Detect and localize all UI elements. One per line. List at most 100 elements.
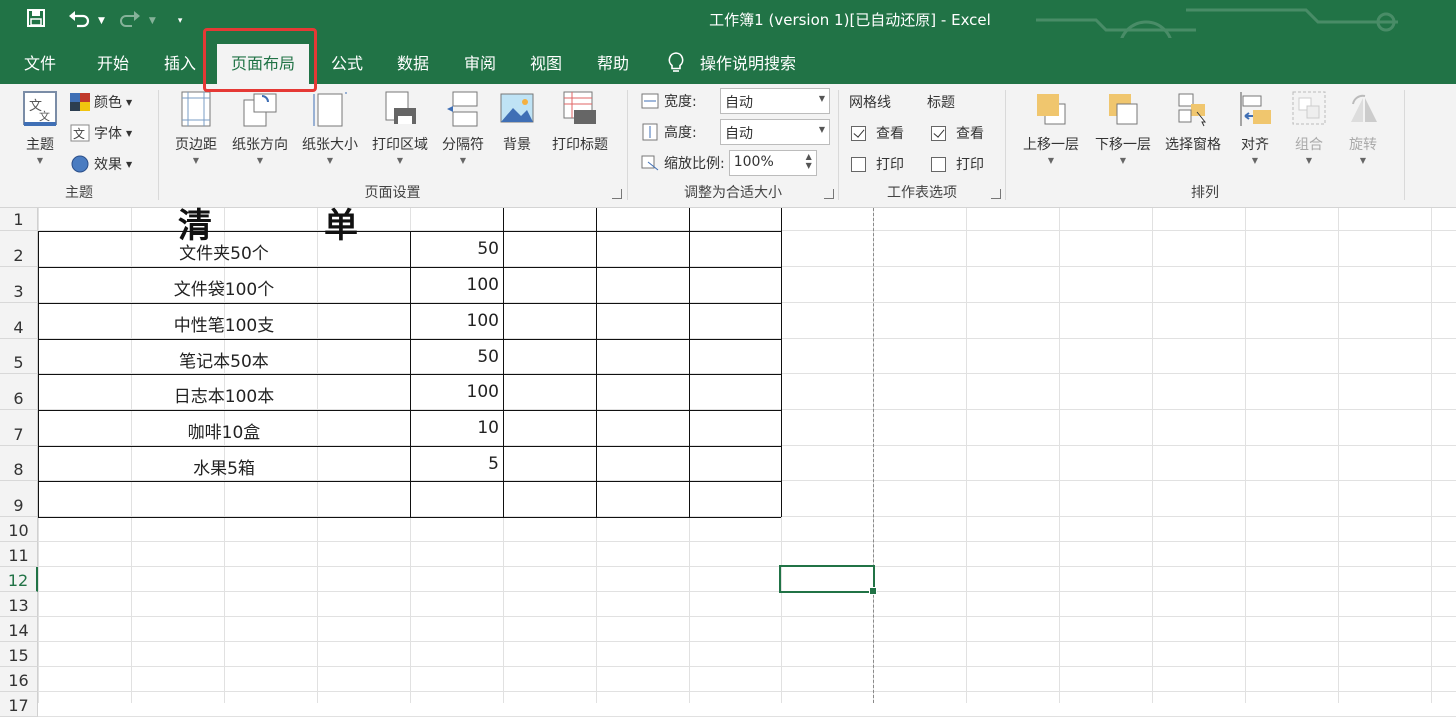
item-quantity-cell[interactable]: 5 xyxy=(410,454,499,474)
sheet-options-launcher[interactable] xyxy=(991,189,1001,199)
theme-effects-button[interactable]: 效果 ▼ xyxy=(70,154,132,174)
group-scale-to-fit: 宽度: 自动 ▼ 高度: 自动 ▼ 缩放比例: 100% ▲ ▼ 调整为合适大小 xyxy=(628,84,838,204)
tab-review[interactable]: 审阅 xyxy=(464,50,496,74)
selection-pane-button[interactable]: 选择窗格 xyxy=(1160,90,1226,154)
margins-button[interactable]: 页边距 ▼ xyxy=(171,90,221,168)
height-row: 高度: 自动 ▼ xyxy=(640,119,830,145)
item-name-cell[interactable]: 水果5箱 xyxy=(38,454,410,479)
tab-file[interactable]: 文件 xyxy=(24,50,56,74)
group-sheet-options: 网格线 标题 查看 查看 打印 打印 工作表选项 xyxy=(839,84,1005,204)
gridline-horizontal xyxy=(38,566,1456,567)
row-header-4[interactable]: 4 xyxy=(0,303,38,339)
ribbon-page-layout: 文文 主题 ▼ 颜色▼ 文 字体▼ 效果▼ 主题 页边距▼ 纸张方向▼ xyxy=(0,84,1456,208)
tab-home[interactable]: 开始 xyxy=(97,50,129,74)
row-header-14[interactable]: 14 xyxy=(0,617,38,642)
tell-me-label: 操作说明搜索 xyxy=(700,54,797,73)
height-combo[interactable]: 自动 ▼ xyxy=(720,119,830,145)
row-header-6[interactable]: 6 xyxy=(0,374,38,410)
row-header-12[interactable]: 12 xyxy=(0,567,38,592)
item-quantity-cell[interactable]: 100 xyxy=(410,382,499,402)
tab-help[interactable]: 帮助 xyxy=(597,50,629,74)
print-titles-icon xyxy=(563,91,596,124)
worksheet-grid[interactable]: 1 2 3 4 5 6 7 8 9 10 11 12 13 14 15 16 17 清 单 文件夹50个 50 文件… xyxy=(0,206,1456,717)
item-quantity-cell[interactable]: 10 xyxy=(410,418,499,438)
table-border-vertical xyxy=(503,208,504,517)
item-name-cell[interactable]: 咖啡10盒 xyxy=(38,418,410,443)
row-header-9[interactable]: 9 xyxy=(0,481,38,517)
row-header-11[interactable]: 11 xyxy=(0,542,38,567)
row-header-5[interactable]: 5 xyxy=(0,339,38,374)
group-arrange: 上移一层 ▼ 下移一层 ▼ 选择窗格 对齐 ▼ 组合 ▼ 旋转 ▼ 排列 xyxy=(1006,84,1404,204)
lightbulb-icon xyxy=(668,52,684,72)
print-area-button[interactable]: 打印区域 ▼ xyxy=(367,90,433,168)
breaks-button[interactable]: 分隔符 ▼ xyxy=(437,90,489,168)
size-button[interactable]: 纸张大小 ▼ xyxy=(297,90,363,168)
send-backward-button[interactable]: 下移一层 ▼ xyxy=(1090,90,1156,168)
row-header-7[interactable]: 7 xyxy=(0,410,38,446)
print-titles-button[interactable]: 打印标题 xyxy=(545,90,615,154)
item-name-cell[interactable]: 文件袋100个 xyxy=(38,275,410,300)
align-button[interactable]: 对齐 ▼ xyxy=(1232,90,1278,168)
row-header-16[interactable]: 16 xyxy=(0,667,38,692)
orientation-icon xyxy=(243,93,277,127)
gridline-vertical xyxy=(1059,208,1060,703)
row-header-17[interactable]: 17 xyxy=(0,692,38,717)
theme-fonts-button[interactable]: 文 字体 ▼ xyxy=(70,123,132,143)
item-name-cell[interactable]: 文件夹50个 xyxy=(38,239,410,264)
row-header-15[interactable]: 15 xyxy=(0,642,38,667)
row-header-2[interactable]: 2 xyxy=(0,231,38,267)
bring-forward-button[interactable]: 上移一层 ▼ xyxy=(1018,90,1084,168)
item-name-cell[interactable]: 笔记本50本 xyxy=(38,347,410,372)
theme-colors-button[interactable]: 颜色 ▼ xyxy=(70,92,132,112)
scale-icon xyxy=(641,155,659,171)
row-header-1[interactable]: 1 xyxy=(0,208,38,231)
gridline-horizontal xyxy=(38,541,1456,542)
tab-highlight-box xyxy=(203,28,317,92)
gridlines-print-checkbox[interactable]: 打印 xyxy=(851,154,904,174)
rotate-button[interactable]: 旋转 ▼ xyxy=(1340,90,1386,168)
fonts-icon: 文 xyxy=(70,124,90,142)
table-border-horizontal xyxy=(38,267,781,268)
gridline-vertical xyxy=(1431,208,1432,703)
margins-icon xyxy=(181,91,211,127)
table-border-horizontal xyxy=(38,517,781,518)
item-quantity-cell[interactable]: 100 xyxy=(410,275,499,295)
table-border-horizontal xyxy=(38,303,781,304)
item-name-cell[interactable]: 日志本100本 xyxy=(38,382,410,407)
themes-button[interactable]: 文文 主题 ▼ xyxy=(16,90,64,168)
table-border-vertical xyxy=(781,208,782,517)
page-setup-launcher[interactable] xyxy=(612,189,622,199)
scale-spinner[interactable]: 100% ▲ ▼ xyxy=(728,150,817,176)
bring-forward-icon xyxy=(1037,94,1066,125)
scale-launcher[interactable] xyxy=(824,189,834,199)
item-name-cell[interactable]: 中性笔100支 xyxy=(38,311,410,336)
active-cell-cursor[interactable] xyxy=(779,565,877,595)
item-quantity-cell[interactable]: 50 xyxy=(410,347,499,367)
headings-view-checkbox[interactable]: 查看 xyxy=(931,123,984,143)
group-label-scale: 调整为合适大小 xyxy=(684,185,782,201)
group-label-arrange: 排列 xyxy=(1191,185,1219,201)
tab-formulas[interactable]: 公式 xyxy=(331,50,363,74)
width-combo[interactable]: 自动 ▼ xyxy=(720,88,830,114)
item-quantity-cell[interactable]: 50 xyxy=(410,239,499,259)
scale-row: 缩放比例: 100% ▲ ▼ xyxy=(640,150,817,176)
tell-me-search[interactable]: 操作说明搜索 xyxy=(666,50,796,74)
colors-icon xyxy=(70,93,90,111)
svg-text:文: 文 xyxy=(73,126,85,141)
background-image-icon xyxy=(500,93,534,123)
tab-insert[interactable]: 插入 xyxy=(164,50,196,74)
row-header-8[interactable]: 8 xyxy=(0,446,38,481)
tab-view[interactable]: 视图 xyxy=(530,50,562,74)
headings-print-checkbox[interactable]: 打印 xyxy=(931,154,984,174)
row-header-10[interactable]: 10 xyxy=(0,517,38,542)
group-objects-button[interactable]: 组合 ▼ xyxy=(1286,90,1332,168)
item-quantity-cell[interactable]: 100 xyxy=(410,311,499,331)
background-button[interactable]: 背景 xyxy=(495,90,539,154)
gridlines-view-checkbox[interactable]: 查看 xyxy=(851,123,904,143)
row-header-3[interactable]: 3 xyxy=(0,267,38,303)
checkbox-checked-icon xyxy=(851,125,866,141)
orientation-button[interactable]: 纸张方向 ▼ xyxy=(227,90,293,168)
selection-pane-icon xyxy=(1178,93,1207,127)
tab-data[interactable]: 数据 xyxy=(397,50,429,74)
row-header-13[interactable]: 13 xyxy=(0,592,38,617)
